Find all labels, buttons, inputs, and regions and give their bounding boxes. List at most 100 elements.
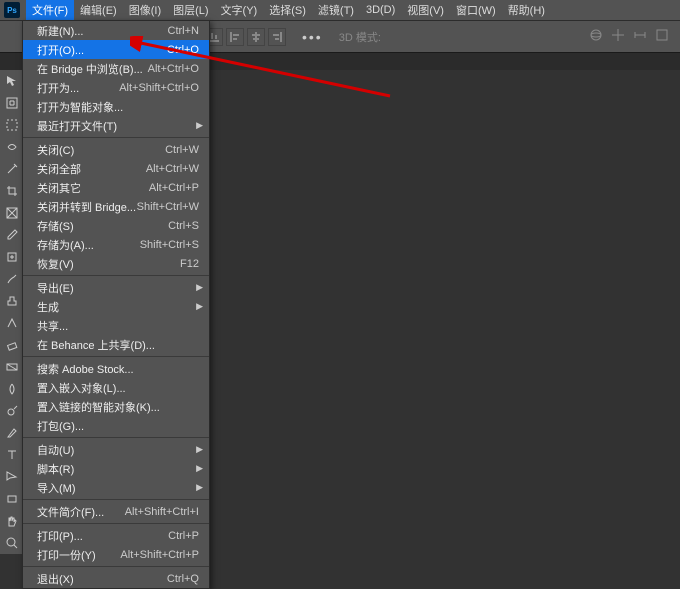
type-tool-icon[interactable]: [0, 444, 24, 466]
more-options-icon[interactable]: •••: [302, 29, 323, 45]
menu-item-shortcut: Alt+Ctrl+W: [146, 163, 199, 175]
menu-编辑(E)[interactable]: 编辑(E): [74, 0, 123, 20]
menu-item-label: 打开(O)...: [37, 42, 84, 58]
menu-item[interactable]: 脚本(R)▶: [23, 459, 209, 478]
menu-文件(F)[interactable]: 文件(F): [26, 0, 74, 20]
menu-item[interactable]: 恢复(V)F12: [23, 254, 209, 273]
dodge-tool-icon[interactable]: [0, 400, 24, 422]
mode-3d-label: 3D 模式:: [339, 29, 381, 45]
scale-3d-icon[interactable]: [654, 27, 670, 46]
menu-item-label: 文件简介(F)...: [37, 504, 104, 520]
file-menu-dropdown: 新建(N)...Ctrl+N 打开(O)... Ctrl+O 在 Bridge 中浏览…: [22, 20, 210, 589]
menu-item[interactable]: 关闭(C)Ctrl+W: [23, 140, 209, 159]
menu-item-label: 生成: [37, 299, 59, 315]
menu-item[interactable]: 新建(N)...Ctrl+N: [23, 21, 209, 40]
menu-文字(Y)[interactable]: 文字(Y): [215, 0, 264, 20]
menu-item[interactable]: 置入链接的智能对象(K)...: [23, 397, 209, 416]
menu-item-label: 打包(G)...: [37, 418, 84, 434]
menu-item-label: 最近打开文件(T): [37, 118, 117, 134]
menu-item[interactable]: 退出(X) Ctrl+Q: [23, 569, 209, 588]
menu-选择(S)[interactable]: 选择(S): [263, 0, 312, 20]
menu-item-label: 在 Bridge 中浏览(B)...: [37, 61, 143, 77]
submenu-arrow-icon: ▶: [196, 482, 203, 493]
menu-item-label: 共享...: [37, 318, 68, 334]
menu-item-label: 置入链接的智能对象(K)...: [37, 399, 160, 415]
pan-3d-icon[interactable]: [610, 27, 626, 46]
rect-tool-icon[interactable]: [0, 488, 24, 510]
frame-tool-icon[interactable]: [0, 202, 24, 224]
menu-item-label: 打印一份(Y): [37, 547, 96, 563]
eyedropper-tool-icon[interactable]: [0, 224, 24, 246]
menu-item[interactable]: 导入(M)▶: [23, 478, 209, 497]
menu-item[interactable]: 打印(P)... Ctrl+P: [23, 526, 209, 545]
menu-item[interactable]: 在 Behance 上共享(D)...: [23, 335, 209, 354]
menu-item-label: 导出(E): [37, 280, 74, 296]
crop-tool-icon[interactable]: [0, 180, 24, 202]
menu-3D(D)[interactable]: 3D(D): [360, 0, 401, 20]
stamp-tool-icon[interactable]: [0, 290, 24, 312]
menu-图像(I)[interactable]: 图像(I): [123, 0, 167, 20]
pen-tool-icon[interactable]: [0, 422, 24, 444]
lasso-tool-icon[interactable]: [0, 136, 24, 158]
gradient-tool-icon[interactable]: [0, 356, 24, 378]
menu-item-label: 置入嵌入对象(L)...: [37, 380, 126, 396]
hand-tool-icon[interactable]: [0, 510, 24, 532]
menu-item[interactable]: 最近打开文件(T)▶: [23, 116, 209, 135]
menu-item[interactable]: 文件简介(F)...Alt+Shift+Ctrl+I: [23, 502, 209, 521]
menu-item[interactable]: 置入嵌入对象(L)...: [23, 378, 209, 397]
menu-item[interactable]: 关闭其它Alt+Ctrl+P: [23, 178, 209, 197]
menu-item-label: 新建(N)...: [37, 23, 83, 39]
menu-item-label: 打开为智能对象...: [37, 99, 123, 115]
menu-窗口(W)[interactable]: 窗口(W): [450, 0, 502, 20]
menu-item[interactable]: 搜索 Adobe Stock...: [23, 359, 209, 378]
heal-tool-icon[interactable]: [0, 246, 24, 268]
menu-item[interactable]: 自动(U)▶: [23, 440, 209, 459]
path-tool-icon[interactable]: [0, 466, 24, 488]
menu-item-shortcut: Shift+Ctrl+W: [137, 201, 199, 213]
menu-item[interactable]: 关闭全部 Alt+Ctrl+W: [23, 159, 209, 178]
menu-item-shortcut: Ctrl+P: [168, 530, 199, 542]
menu-item-shortcut: Ctrl+W: [165, 144, 199, 156]
menu-item[interactable]: 打开为智能对象...: [23, 97, 209, 116]
tools-panel: [0, 70, 24, 554]
menu-item[interactable]: 在 Bridge 中浏览(B)... Alt+Ctrl+O: [23, 59, 209, 78]
menu-item-shortcut: Shift+Ctrl+S: [140, 239, 199, 251]
menu-item[interactable]: 关闭并转到 Bridge...Shift+Ctrl+W: [23, 197, 209, 216]
blur-tool-icon[interactable]: [0, 378, 24, 400]
menu-item[interactable]: 打开(O)... Ctrl+O: [23, 40, 209, 59]
menu-item[interactable]: 共享...: [23, 316, 209, 335]
menu-item[interactable]: 打开为...Alt+Shift+Ctrl+O: [23, 78, 209, 97]
menu-item-shortcut: Ctrl+O: [167, 44, 199, 56]
menu-item[interactable]: 存储(S)Ctrl+S: [23, 216, 209, 235]
menu-item[interactable]: 生成▶: [23, 297, 209, 316]
move-tool-icon[interactable]: [0, 70, 24, 92]
menu-item-label: 打印(P)...: [37, 528, 83, 544]
align-left-icon[interactable]: [226, 28, 244, 46]
menu-item[interactable]: 打印一份(Y)Alt+Shift+Ctrl+P: [23, 545, 209, 564]
menu-视图(V)[interactable]: 视图(V): [401, 0, 450, 20]
align-hcenter-icon[interactable]: [247, 28, 265, 46]
menu-item-label: 恢复(V): [37, 256, 74, 272]
submenu-arrow-icon: ▶: [196, 463, 203, 474]
menu-图层(L)[interactable]: 图层(L): [167, 0, 214, 20]
menu-滤镜(T)[interactable]: 滤镜(T): [312, 0, 360, 20]
align-right-icon[interactable]: [268, 28, 286, 46]
menu-帮助(H)[interactable]: 帮助(H): [502, 0, 551, 20]
menu-item[interactable]: 导出(E)▶: [23, 278, 209, 297]
menu-item-shortcut: Ctrl+Q: [167, 573, 199, 585]
orbit-3d-icon[interactable]: [588, 27, 604, 46]
eraser-tool-icon[interactable]: [0, 334, 24, 356]
menu-item-label: 退出(X): [37, 571, 74, 587]
menu-item[interactable]: 存储为(A)...Shift+Ctrl+S: [23, 235, 209, 254]
slide-3d-icon[interactable]: [632, 27, 648, 46]
marquee-tool-icon[interactable]: [0, 114, 24, 136]
menu-item[interactable]: 打包(G)...: [23, 416, 209, 435]
menu-item-shortcut: Alt+Ctrl+O: [148, 63, 199, 75]
ps-logo: Ps: [4, 2, 20, 18]
brush-tool-icon[interactable]: [0, 268, 24, 290]
menu-item-label: 关闭全部: [37, 161, 81, 177]
artboard-tool-icon[interactable]: [0, 92, 24, 114]
zoom-tool-icon[interactable]: [0, 532, 24, 554]
history-tool-icon[interactable]: [0, 312, 24, 334]
wand-tool-icon[interactable]: [0, 158, 24, 180]
